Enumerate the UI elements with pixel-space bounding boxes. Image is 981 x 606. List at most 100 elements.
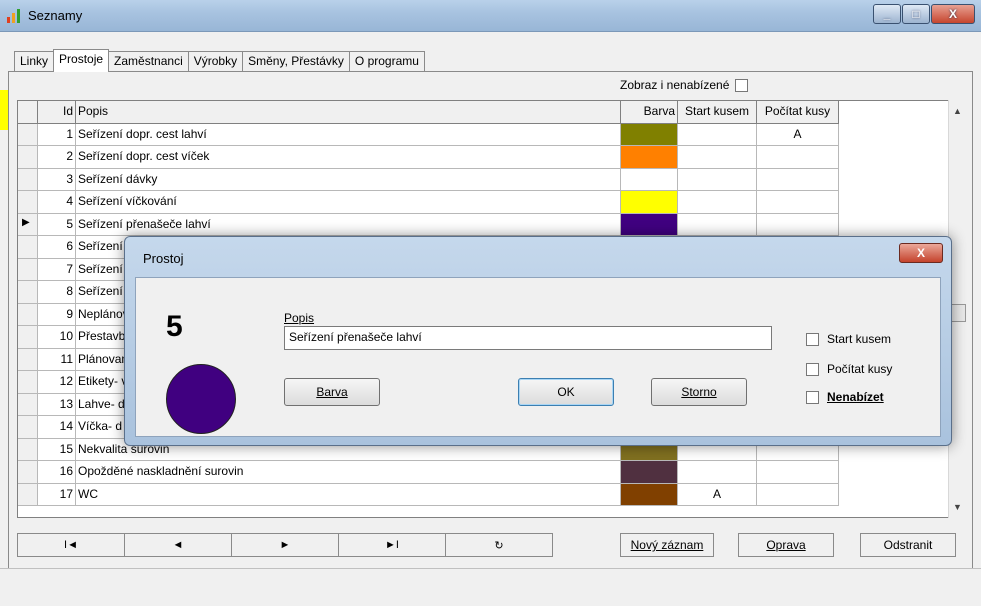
cell-start-kusem[interactable]	[678, 191, 757, 214]
dialog-close-button[interactable]: X	[899, 243, 943, 263]
cell-start-kusem[interactable]	[678, 461, 757, 484]
cell-id[interactable]: 16	[38, 461, 76, 484]
start-kusem-checkbox[interactable]	[806, 332, 819, 346]
tab-zamestnanci[interactable]: Zaměstnanci	[108, 51, 189, 72]
nav-first-button[interactable]: I◄	[17, 533, 125, 557]
tab-vyrobky[interactable]: Výrobky	[187, 51, 244, 72]
row-indicator[interactable]	[18, 168, 38, 191]
header-barva[interactable]: Barva	[621, 101, 678, 124]
cell-id[interactable]: 3	[38, 168, 76, 191]
storno-button[interactable]: Storno	[651, 378, 747, 406]
tab-o-programu[interactable]: O programu	[348, 51, 425, 72]
row-indicator[interactable]	[18, 438, 38, 461]
row-indicator[interactable]	[18, 393, 38, 416]
row-indicator[interactable]	[18, 258, 38, 281]
cell-start-kusem[interactable]	[678, 146, 757, 169]
edit-button[interactable]: Oprava	[738, 533, 834, 557]
start-kusem-option[interactable]: Start kusem	[806, 332, 891, 346]
nav-prev-button[interactable]: ◄	[124, 533, 232, 557]
cell-popis[interactable]: Opožděné naskladnění surovin	[76, 461, 621, 484]
row-indicator[interactable]	[18, 483, 38, 506]
header-pocitat-kusy[interactable]: Počítat kusy	[757, 101, 839, 124]
tab-smeny-prestavky[interactable]: Směny, Přestávky	[242, 51, 350, 72]
header-id[interactable]: Id	[38, 101, 76, 124]
cell-popis[interactable]: Seřízení víčkování	[76, 191, 621, 214]
cell-id[interactable]: 1	[38, 123, 76, 146]
row-indicator[interactable]	[18, 191, 38, 214]
cell-barva[interactable]	[621, 461, 678, 484]
cell-barva[interactable]	[621, 123, 678, 146]
window-titlebar[interactable]: Seznamy _ □ X	[0, 0, 981, 32]
delete-button[interactable]: Odstranit	[860, 533, 956, 557]
cell-start-kusem[interactable]: A	[678, 483, 757, 506]
cell-id[interactable]: 8	[38, 281, 76, 304]
new-record-button[interactable]: Nový záznam	[620, 533, 714, 557]
scroll-down-icon[interactable]: ▼	[953, 502, 962, 512]
row-indicator[interactable]	[18, 326, 38, 349]
cell-id[interactable]: 10	[38, 326, 76, 349]
minimize-button[interactable]: _	[873, 4, 901, 24]
show-unoffered-filter[interactable]: Zobraz i nenabízené	[620, 78, 749, 92]
cell-popis[interactable]: Seřízení dopr. cest lahví	[76, 123, 621, 146]
cell-barva[interactable]	[621, 191, 678, 214]
cell-barva[interactable]	[621, 213, 678, 236]
table-row[interactable]: 17 WC A	[18, 483, 839, 506]
cell-popis[interactable]: WC	[76, 483, 621, 506]
row-indicator[interactable]	[18, 281, 38, 304]
cell-id[interactable]: 2	[38, 146, 76, 169]
close-button[interactable]: X	[931, 4, 975, 24]
nav-refresh-button[interactable]: ↻	[445, 533, 553, 557]
barva-button[interactable]: Barva	[284, 378, 380, 406]
nenabizet-option[interactable]: Nenabízet	[806, 390, 884, 404]
cell-pocitat-kusy[interactable]	[757, 168, 839, 191]
cell-id[interactable]: 14	[38, 416, 76, 439]
row-indicator[interactable]	[18, 123, 38, 146]
ok-button[interactable]: OK	[518, 378, 614, 406]
tab-prostoje[interactable]: Prostoje	[53, 49, 110, 72]
table-row[interactable]: 2 Seřízení dopr. cest víček	[18, 146, 839, 169]
cell-pocitat-kusy[interactable]	[757, 213, 839, 236]
cell-barva[interactable]	[621, 146, 678, 169]
cell-pocitat-kusy[interactable]	[757, 146, 839, 169]
cell-popis[interactable]: Seřízení přenašeče lahví	[76, 213, 621, 236]
cell-pocitat-kusy[interactable]: A	[757, 123, 839, 146]
table-row[interactable]: 1 Seřízení dopr. cest lahví A	[18, 123, 839, 146]
row-indicator[interactable]	[18, 303, 38, 326]
show-unoffered-checkbox[interactable]	[735, 78, 749, 92]
cell-popis[interactable]: Seřízení dopr. cest víček	[76, 146, 621, 169]
cell-id[interactable]: 11	[38, 348, 76, 371]
row-indicator[interactable]	[18, 416, 38, 439]
cell-id[interactable]: 13	[38, 393, 76, 416]
cell-id[interactable]: 4	[38, 191, 76, 214]
cell-pocitat-kusy[interactable]	[757, 483, 839, 506]
row-indicator[interactable]	[18, 348, 38, 371]
cell-id[interactable]: 7	[38, 258, 76, 281]
cell-id[interactable]: 17	[38, 483, 76, 506]
cell-id[interactable]: 9	[38, 303, 76, 326]
maximize-button[interactable]: □	[902, 4, 930, 24]
nav-last-button[interactable]: ►I	[338, 533, 446, 557]
row-indicator[interactable]: ▶	[18, 213, 38, 236]
cell-id[interactable]: 15	[38, 438, 76, 461]
row-indicator[interactable]	[18, 371, 38, 394]
cell-pocitat-kusy[interactable]	[757, 461, 839, 484]
header-start-kusem[interactable]: Start kusem	[678, 101, 757, 124]
header-popis[interactable]: Popis	[76, 101, 621, 124]
nav-next-button[interactable]: ►	[231, 533, 339, 557]
row-indicator[interactable]	[18, 461, 38, 484]
scroll-up-icon[interactable]: ▲	[953, 106, 962, 116]
cell-pocitat-kusy[interactable]	[757, 191, 839, 214]
popis-input[interactable]: Seřízení přenašeče lahví	[284, 326, 772, 350]
cell-start-kusem[interactable]	[678, 168, 757, 191]
nenabizet-checkbox[interactable]	[806, 390, 819, 404]
cell-id[interactable]: 5	[38, 213, 76, 236]
table-row[interactable]: ▶ 5 Seřízení přenašeče lahví	[18, 213, 839, 236]
tab-linky[interactable]: Linky	[14, 51, 55, 72]
cell-barva[interactable]	[621, 168, 678, 191]
cell-id[interactable]: 12	[38, 371, 76, 394]
table-row[interactable]: 16 Opožděné naskladnění surovin	[18, 461, 839, 484]
cell-popis[interactable]: Seřízení dávky	[76, 168, 621, 191]
cell-id[interactable]: 6	[38, 236, 76, 259]
cell-start-kusem[interactable]	[678, 123, 757, 146]
pocitat-kusy-option[interactable]: Počítat kusy	[806, 362, 892, 376]
